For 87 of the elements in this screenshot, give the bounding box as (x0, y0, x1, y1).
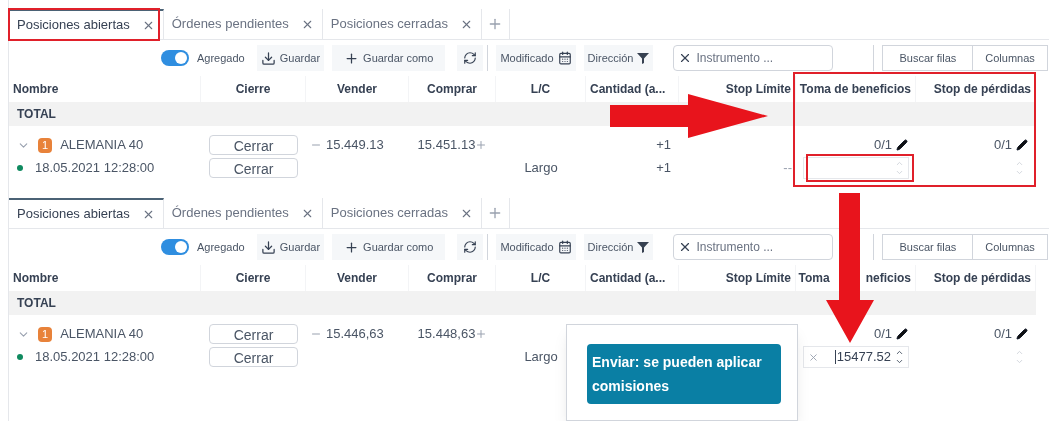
refresh-icon (463, 240, 478, 254)
aggregate-label: Agregado (197, 50, 245, 66)
edit-icon[interactable] (1016, 139, 1028, 151)
find-rows-button[interactable]: Buscar filas (883, 46, 974, 70)
column-header: Toma de beneficios (799, 81, 911, 98)
direction-value: Largo (524, 159, 558, 178)
save-as-button[interactable]: Guardar como (332, 234, 446, 260)
columns-button[interactable]: Columnas (973, 235, 1047, 259)
column-header: L/C (530, 81, 551, 98)
sell-price: 15.446,63 (326, 325, 384, 344)
filter-icon (637, 241, 650, 253)
search-field[interactable]: Instrumento ... (673, 234, 834, 260)
count-badge: 1 (38, 326, 53, 342)
stop-limit-value: -- (783, 159, 792, 178)
column-header: Comprar (427, 270, 477, 287)
aggregate-toggle[interactable] (161, 239, 189, 255)
refresh-button[interactable] (457, 234, 484, 260)
modified-filter[interactable]: Modificado (496, 234, 576, 260)
filter-icon (637, 52, 650, 64)
sell-price: 15.449.13 (326, 136, 384, 155)
spinner-icon[interactable] (895, 348, 904, 366)
close-position-button[interactable]: Cerrar (209, 324, 298, 344)
plus-icon (344, 50, 360, 66)
column-header: neficios (865, 270, 911, 287)
tab[interactable]: Posiciones abiertas (9, 198, 164, 228)
refresh-button[interactable] (457, 45, 484, 71)
column-header: Cierre (235, 81, 271, 98)
total-label: TOTAL (17, 106, 56, 123)
stop-loss-count: 0/1 (993, 325, 1012, 344)
search-field[interactable]: Instrumento ... (673, 45, 834, 71)
column-header: Nombre (13, 81, 59, 98)
take-profit-input[interactable] (803, 157, 909, 179)
save-button[interactable]: Guardar (256, 45, 325, 71)
column-header: Cantidad (a... (590, 81, 666, 98)
quantity: +1 (656, 159, 671, 178)
plus-icon (344, 239, 360, 255)
instrument-search-field[interactable]: Instrumento ... (696, 238, 815, 256)
close-position-button[interactable]: Cerrar (209, 158, 298, 178)
save-as-button[interactable]: Guardar como (332, 45, 446, 71)
instrument-name: ALEMANIA 40 (60, 136, 144, 155)
column-header: Toma (798, 270, 830, 287)
edit-icon[interactable] (896, 328, 908, 340)
instrument-name: ALEMANIA 40 (60, 325, 144, 344)
close-position-button[interactable]: Cerrar (209, 135, 298, 155)
direction-filter[interactable]: Dirección (583, 234, 654, 260)
take-profit-count: 0/1 (873, 325, 892, 344)
take-profit-input[interactable]: 15477.52 (803, 346, 909, 368)
tab[interactable]: Posiciones abiertas (9, 9, 164, 39)
aggregate-label: Agregado (197, 239, 245, 255)
column-header: Stop de pérdidas (933, 270, 1031, 287)
column-header: Cierre (235, 270, 271, 287)
download-icon (260, 239, 276, 255)
arrow-right-icon (610, 94, 768, 138)
column-header: Cantidad (a... (590, 270, 666, 287)
direction-filter[interactable]: Dirección (583, 45, 654, 71)
column-header: L/C (530, 270, 551, 287)
close-position-button[interactable]: Cerrar (209, 347, 298, 367)
aggregate-toggle[interactable] (161, 50, 189, 66)
calendar-icon (557, 240, 572, 254)
columns-button[interactable]: Columnas (973, 46, 1047, 70)
instrument-search-field[interactable]: Instrumento ... (696, 49, 815, 67)
column-header: Stop Límite (725, 81, 791, 98)
stop-loss-count: 0/1 (993, 136, 1012, 155)
buy-price: 15.451.13 (417, 136, 476, 155)
column-header: Stop Límite (725, 270, 791, 287)
submit-button[interactable]: Enviar: se pueden aplicar comisiones (587, 344, 781, 404)
direction-value: Largo (524, 348, 558, 367)
download-icon (260, 50, 276, 66)
column-header: Vender (337, 81, 377, 98)
total-label: TOTAL (17, 295, 56, 312)
find-rows-button[interactable]: Buscar filas (883, 235, 974, 259)
column-header: Vender (337, 270, 377, 287)
quantity: +1 (656, 136, 671, 155)
edit-icon[interactable] (896, 139, 908, 151)
count-badge: 1 (38, 137, 53, 153)
calendar-icon (557, 51, 572, 65)
modified-filter[interactable]: Modificado (496, 45, 576, 71)
take-profit-count: 0/1 (873, 136, 892, 155)
buy-price: 15.448,63 (417, 325, 476, 344)
open-time: 18.05.2021 12:28:00 (35, 348, 155, 367)
save-button[interactable]: Guardar (256, 234, 325, 260)
edit-icon[interactable] (1016, 328, 1028, 340)
column-header: Nombre (13, 270, 59, 287)
column-header: Stop de pérdidas (933, 81, 1031, 98)
column-header: Comprar (427, 81, 477, 98)
open-time: 18.05.2021 12:28:00 (35, 159, 155, 178)
refresh-icon (463, 51, 478, 65)
